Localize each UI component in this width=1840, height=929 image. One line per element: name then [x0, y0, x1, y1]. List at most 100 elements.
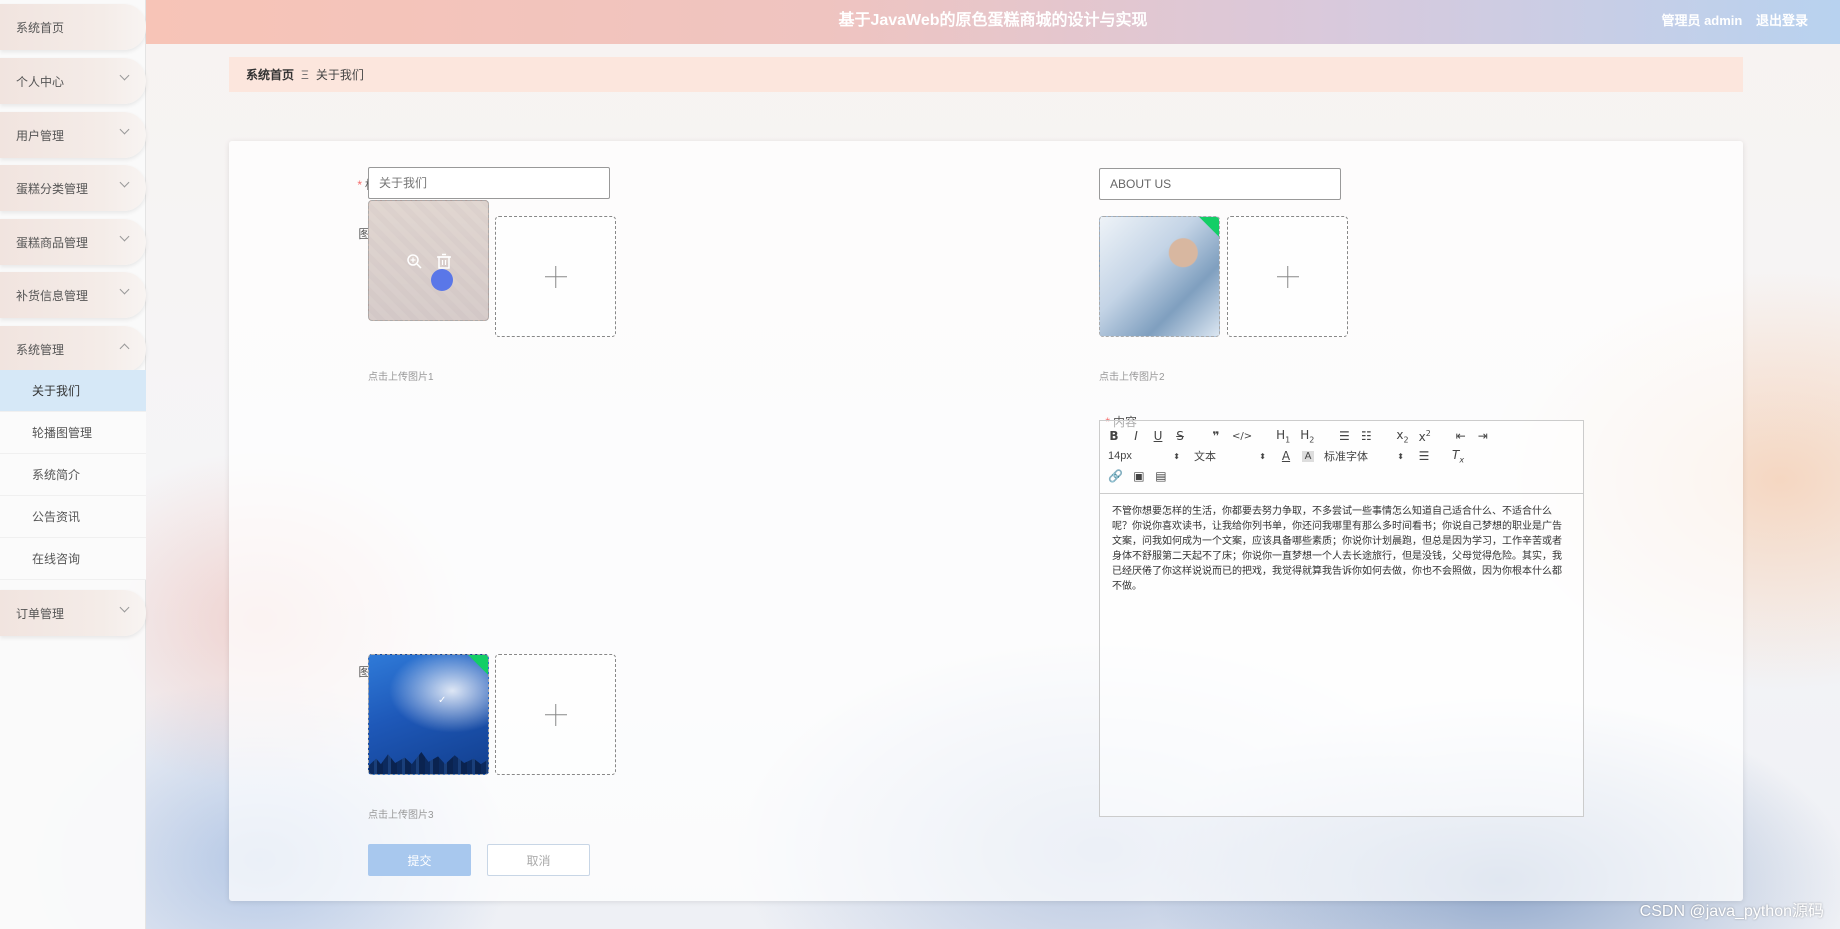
background-color-icon[interactable]: A — [1302, 450, 1314, 462]
text-style-value: 文本 — [1194, 451, 1216, 463]
clear-format-icon[interactable]: Tx — [1452, 448, 1464, 464]
chevron-down-icon — [119, 70, 130, 81]
sidebar-item-label: 蛋糕商品管理 — [16, 235, 89, 250]
sidebar-item-label: 蛋糕分类管理 — [16, 181, 89, 196]
zoom-in-icon[interactable] — [406, 253, 422, 269]
sidebar-subitem-carousel[interactable]: 轮播图管理 — [0, 412, 146, 454]
sidebar-item-home[interactable]: 系统首页 — [0, 4, 146, 50]
sidebar-subitem-label: 系统简介 — [32, 468, 81, 482]
link-icon[interactable]: 🔗 — [1108, 469, 1123, 483]
sidebar-subitem-about-us[interactable]: 关于我们 — [0, 370, 146, 412]
bold-icon[interactable]: B — [1108, 429, 1120, 443]
breadcrumb-current: 关于我们 — [315, 68, 364, 82]
cancel-button[interactable]: 取消 — [487, 844, 590, 876]
code-block-icon[interactable]: </> — [1232, 431, 1252, 442]
rich-text-editor[interactable]: B I U S ❞ </> H1 H2 ☰ ☷ x2 x2 ⇤ ⇥ 14px ⬍ … — [1099, 420, 1584, 817]
bullet-list-icon[interactable]: ☷ — [1360, 429, 1372, 443]
sidebar-subitem-system-intro[interactable]: 系统简介 — [0, 454, 146, 496]
subscript-icon[interactable]: x2 — [1396, 428, 1408, 444]
editor-content[interactable]: 不管你想要怎样的生活，你都要去努力争取，不多尝试一些事情怎么知道自己适合什么、不… — [1100, 494, 1583, 604]
heading1-icon[interactable]: H1 — [1276, 428, 1290, 444]
text-style-select[interactable]: 文本 ⬍ — [1194, 448, 1266, 464]
sidebar-item-cake-category[interactable]: 蛋糕分类管理 — [0, 165, 146, 211]
indent-icon[interactable]: ⇥ — [1477, 429, 1489, 443]
chevron-up-icon — [119, 343, 130, 354]
image1-hover-overlay — [369, 201, 488, 320]
image-icon[interactable]: ▣ — [1133, 469, 1145, 483]
checkmark-icon: ✓ — [438, 695, 447, 706]
submit-button[interactable]: 提交 — [368, 844, 471, 876]
align-left-icon[interactable]: ☰ — [1418, 449, 1430, 463]
image1-add-button[interactable] — [495, 216, 616, 337]
sidebar-item-label: 系统管理 — [16, 342, 65, 357]
image2-hint: 点击上传图片2 — [1099, 372, 1165, 383]
font-size-select[interactable]: 14px ⬍ — [1108, 450, 1180, 462]
sidebar-item-label: 订单管理 — [16, 606, 65, 621]
watermark: CSDN @java_python源码 — [1639, 903, 1824, 920]
city-skyline — [369, 752, 488, 774]
about-us-form: *标题 副标题 图片1 点击上传图片1 图片2 点 — [229, 141, 1743, 901]
font-family-select[interactable]: 标准字体 ⬍ — [1324, 448, 1404, 464]
sidebar-item-label: 补货信息管理 — [16, 288, 89, 303]
breadcrumb: 系统首页 Ξ 关于我们 — [229, 57, 1743, 92]
image3-hint: 点击上传图片3 — [368, 810, 434, 821]
logout-link[interactable]: 退出登录 — [1756, 13, 1808, 28]
sidebar-subitem-announcements[interactable]: 公告资讯 — [0, 496, 146, 538]
image1-thumbnail[interactable] — [368, 200, 489, 321]
sidebar-item-label: 个人中心 — [16, 74, 65, 89]
breadcrumb-home[interactable]: 系统首页 — [246, 66, 294, 83]
font-color-icon[interactable]: A — [1280, 449, 1292, 463]
sidebar-item-user-management[interactable]: 用户管理 — [0, 112, 146, 158]
ordered-list-icon[interactable]: ☰ — [1338, 429, 1350, 443]
strikethrough-icon[interactable]: S — [1174, 429, 1186, 443]
chevron-down-icon — [119, 231, 130, 242]
title-input[interactable] — [368, 167, 610, 199]
sidebar: 系统首页 个人中心 用户管理 蛋糕分类管理 蛋糕商品管理 补货信息管理 系统管理… — [0, 0, 146, 929]
image3-add-button[interactable] — [495, 654, 616, 775]
sidebar-item-label: 用户管理 — [16, 128, 65, 143]
outdent-icon[interactable]: ⇤ — [1455, 429, 1467, 443]
blockquote-icon[interactable]: ❞ — [1210, 429, 1222, 443]
user-area: 管理员 admin 退出登录 — [1653, 0, 1808, 42]
font-size-value: 14px — [1108, 450, 1132, 462]
font-family-value: 标准字体 — [1324, 451, 1368, 463]
italic-icon[interactable]: I — [1130, 429, 1142, 443]
cursor-highlight — [431, 269, 453, 291]
sidebar-subitem-label: 在线咨询 — [32, 552, 81, 566]
sidebar-item-system-management[interactable]: 系统管理 — [0, 326, 146, 372]
image2-thumbnail[interactable] — [1099, 216, 1220, 337]
chevron-down-icon — [119, 177, 130, 188]
sidebar-subitem-online-consult[interactable]: 在线咨询 — [0, 538, 146, 580]
sidebar-item-label: 系统首页 — [16, 20, 65, 35]
sidebar-item-cake-products[interactable]: 蛋糕商品管理 — [0, 219, 146, 265]
chevron-down-icon — [119, 284, 130, 295]
sidebar-item-orders[interactable]: 订单管理 — [0, 590, 146, 636]
top-header: 基于JavaWeb的原色蛋糕商城的设计与实现 管理员 admin 退出登录 — [146, 0, 1840, 44]
user-label: 管理员 admin — [1661, 13, 1743, 28]
sidebar-subitem-label: 关于我们 — [32, 384, 81, 398]
upload-success-badge-icon — [1199, 217, 1219, 237]
image1-hint: 点击上传图片1 — [368, 372, 434, 383]
underline-icon[interactable]: U — [1152, 429, 1164, 443]
app-title: 基于JavaWeb的原色蛋糕商城的设计与实现 — [838, 12, 1148, 29]
editor-toolbar: B I U S ❞ </> H1 H2 ☰ ☷ x2 x2 ⇤ ⇥ 14px ⬍ … — [1100, 421, 1583, 494]
sidebar-item-personal-center[interactable]: 个人中心 — [0, 58, 146, 104]
upload-success-badge-icon — [468, 655, 488, 675]
sidebar-subitem-label: 轮播图管理 — [32, 426, 93, 440]
subtitle-input[interactable] — [1099, 168, 1341, 200]
image3-thumbnail[interactable]: ✓ — [368, 654, 489, 775]
sidebar-item-restock[interactable]: 补货信息管理 — [0, 272, 146, 318]
video-icon[interactable]: ▤ — [1155, 469, 1167, 483]
superscript-icon[interactable]: x2 — [1419, 429, 1431, 444]
delete-icon[interactable] — [436, 253, 452, 269]
image2-add-button[interactable] — [1227, 216, 1348, 337]
select-arrow-icon: ⬍ — [1397, 451, 1404, 461]
required-mark: * — [357, 178, 362, 192]
select-arrow-icon: ⬍ — [1173, 451, 1180, 461]
sidebar-subitem-label: 公告资讯 — [32, 510, 81, 524]
heading2-icon[interactable]: H2 — [1300, 428, 1314, 444]
chevron-down-icon — [119, 602, 130, 613]
chevron-down-icon — [119, 124, 130, 135]
select-arrow-icon: ⬍ — [1259, 451, 1266, 461]
breadcrumb-separator-icon: Ξ — [301, 67, 309, 82]
